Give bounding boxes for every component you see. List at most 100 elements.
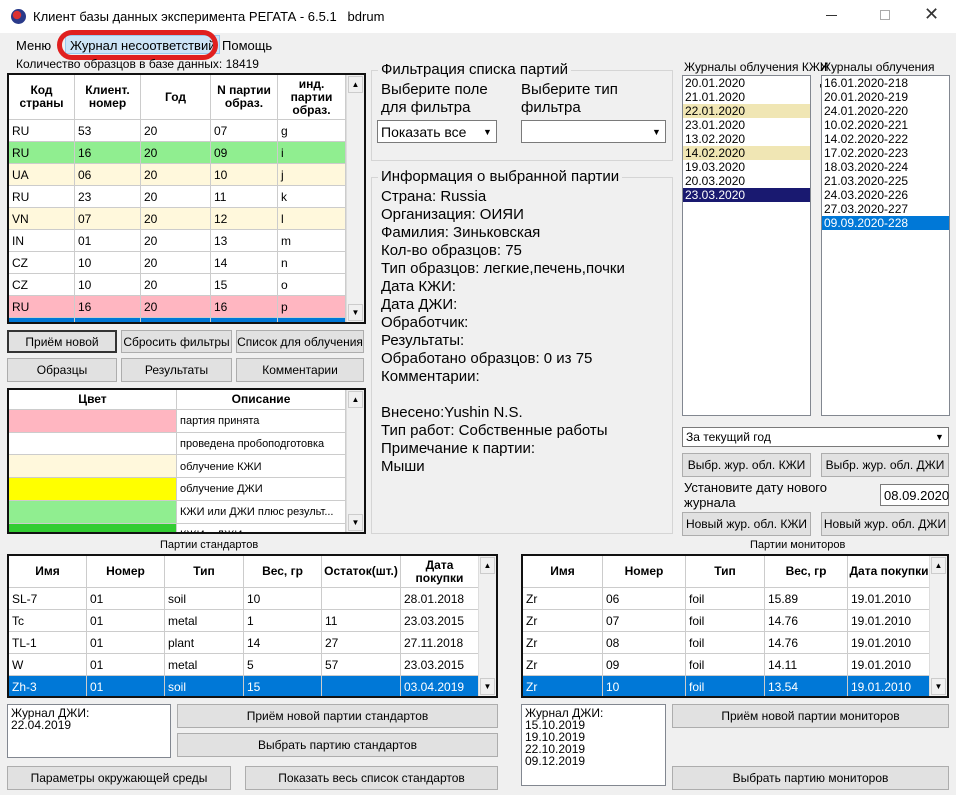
kzhi-journal-item[interactable]: 23.01.2020	[683, 118, 810, 132]
legend-row[interactable]: облучение КЖИ	[9, 454, 346, 479]
kzhi-journal-item[interactable]: 22.01.2020	[683, 104, 810, 118]
dzhi-journal-item[interactable]: 09.09.2020-228	[822, 216, 949, 230]
monitors-row[interactable]: Zr 08 foil 14.76 19.01.2010	[523, 631, 931, 654]
menu-item-menu[interactable]: Меню	[16, 38, 51, 53]
maximize-button[interactable]	[880, 10, 890, 20]
standards-row[interactable]: TL-1 01 plant 14 27 27.11.2018	[9, 631, 479, 654]
legend-row[interactable]: КЖИ и ДЖИ плюс результаты	[9, 522, 346, 532]
dzhi-journal-item[interactable]: 10.02.2020-221	[822, 118, 949, 132]
scroll-down-arrow-icon[interactable]: ▼	[931, 678, 946, 695]
scroll-up-arrow-icon[interactable]: ▲	[348, 76, 363, 93]
new-kzhi-journal-button[interactable]: Новый жур. обл. КЖИ	[682, 512, 811, 536]
scroll-up-arrow-icon[interactable]: ▲	[348, 391, 363, 408]
dzhi-journal-item[interactable]: 17.02.2020-223	[822, 146, 949, 160]
samples-button[interactable]: Образцы	[7, 358, 117, 382]
dzhi-journal-item[interactable]: 24.03.2020-226	[822, 188, 949, 202]
select-monitors-button[interactable]: Выбрать партию мониторов	[672, 766, 949, 790]
scroll-up-arrow-icon[interactable]: ▲	[480, 557, 495, 574]
scroll-down-arrow-icon[interactable]: ▼	[480, 678, 495, 695]
legend-row[interactable]: проведена пробоподготовка	[9, 431, 346, 456]
show-all-standards-button[interactable]: Показать весь список стандартов	[245, 766, 498, 790]
samples-row[interactable]: IN 01 20 13 m	[9, 229, 346, 252]
filter-field-select[interactable]: Показать все ▼	[377, 120, 497, 143]
monitors-row[interactable]: Zr 07 foil 14.76 19.01.2010	[523, 609, 931, 632]
legend-scrollbar[interactable]: ▲ ▼	[346, 390, 364, 532]
comments-button[interactable]: Комментарии	[236, 358, 364, 382]
scroll-up-arrow-icon[interactable]: ▲	[931, 557, 946, 574]
monitors-table[interactable]: Имя Номер Тип Вес, гр Дата покупки Zr 06 foil 15…	[521, 554, 949, 698]
dzhi-journal-item[interactable]: 21.03.2020-225	[822, 174, 949, 188]
monitors-column-header[interactable]: Имя	[523, 556, 603, 587]
samples-column-header[interactable]: Год	[141, 75, 211, 119]
scroll-down-arrow-icon[interactable]: ▼	[348, 304, 363, 321]
accept-new-button[interactable]: Приём новой	[7, 330, 117, 353]
samples-row[interactable]: CZ 10 20 14 n	[9, 251, 346, 274]
standards-column-header[interactable]: Дата покупки	[401, 556, 479, 587]
accept-new-monitors-button[interactable]: Приём новой партии мониторов	[672, 704, 949, 728]
legend-row[interactable]: КЖИ или ДЖИ плюс результ...	[9, 499, 346, 524]
dzhi-journal-item[interactable]: 27.03.2020-227	[822, 202, 949, 216]
kzhi-journal-item[interactable]: 20.01.2020	[683, 76, 810, 90]
color-legend-table[interactable]: Цвет Описание партия принята проведена проб…	[7, 388, 366, 534]
select-kzhi-journal-button[interactable]: Выбр. жур. обл. КЖИ	[682, 453, 811, 477]
new-dzhi-journal-button[interactable]: Новый жур. обл. ДЖИ	[821, 512, 949, 536]
standards-column-header[interactable]: Тип	[165, 556, 244, 587]
samples-table[interactable]: Код страны Клиент. номер Год N партии образ…	[7, 73, 366, 324]
scroll-down-arrow-icon[interactable]: ▼	[348, 514, 363, 531]
legend-column-header[interactable]: Описание	[177, 390, 346, 409]
kzhi-journal-item[interactable]: 13.02.2020	[683, 132, 810, 146]
samples-column-header[interactable]: Код страны	[9, 75, 75, 119]
samples-row[interactable]: UA 06 20 10 j	[9, 163, 346, 186]
monitors-scrollbar[interactable]: ▲ ▼	[929, 556, 947, 696]
standards-column-header[interactable]: Имя	[9, 556, 87, 587]
dzhi-journal-item[interactable]: 14.02.2020-222	[822, 132, 949, 146]
dzhi-journal-item[interactable]: 24.01.2020-220	[822, 104, 949, 118]
standards-row[interactable]: W 01 metal 5 57 23.03.2015	[9, 653, 479, 676]
samples-scrollbar[interactable]: ▲ ▼	[346, 75, 364, 322]
samples-row[interactable]: RU 53 20 07 g	[9, 119, 346, 142]
standards-column-header[interactable]: Вес, гр	[244, 556, 322, 587]
standards-row[interactable]: Tc 01 metal 1 11 23.03.2015	[9, 609, 479, 632]
samples-row[interactable]	[9, 317, 346, 322]
samples-row[interactable]: CZ 10 20 15 o	[9, 273, 346, 296]
dzhi-journal-item[interactable]: 20.01.2020-219	[822, 90, 949, 104]
dzhi-journal-item[interactable]: 16.01.2020-218	[822, 76, 949, 90]
samples-row[interactable]: RU 23 20 11 k	[9, 185, 346, 208]
samples-column-header[interactable]: N партии образ.	[211, 75, 278, 119]
monitors-column-header[interactable]: Дата покупки	[848, 556, 931, 587]
kzhi-journal-item[interactable]: 19.03.2020	[683, 160, 810, 174]
standards-row[interactable]: SL-7 01 soil 10 28.01.2018	[9, 587, 479, 610]
reset-filters-button[interactable]: Сбросить фильтры	[121, 330, 232, 353]
standards-column-header[interactable]: Номер	[87, 556, 165, 587]
samples-row[interactable]: VN 07 20 12 l	[9, 207, 346, 230]
irradiation-list-button[interactable]: Список для облучения	[236, 330, 364, 353]
period-select[interactable]: За текущий год ▼	[682, 427, 949, 447]
monitors-row[interactable]: Zr 09 foil 14.11 19.01.2010	[523, 653, 931, 676]
menu-item-help[interactable]: Помощь	[222, 38, 272, 53]
monitors-column-header[interactable]: Номер	[603, 556, 686, 587]
samples-column-header[interactable]: Клиент. номер	[75, 75, 141, 119]
dzhi-journal-item[interactable]: 18.03.2020-224	[822, 160, 949, 174]
kzhi-journal-item[interactable]: 21.01.2020	[683, 90, 810, 104]
new-journal-date-input[interactable]: 08.09.2020	[880, 484, 949, 506]
legend-row[interactable]: облучение ДЖИ	[9, 477, 346, 501]
legend-row[interactable]: партия принята	[9, 409, 346, 433]
select-dzhi-journal-button[interactable]: Выбр. жур. обл. ДЖИ	[821, 453, 949, 477]
minimize-button[interactable]	[826, 15, 837, 16]
close-button[interactable]: ✕	[924, 4, 939, 25]
kzhi-journal-item[interactable]: 14.02.2020	[683, 146, 810, 160]
samples-row[interactable]: RU 16 20 09 i	[9, 141, 346, 164]
results-button[interactable]: Результаты	[121, 358, 232, 382]
monitors-row[interactable]: Zr 06 foil 15.89 19.01.2010	[523, 587, 931, 610]
environment-params-button[interactable]: Параметры окружающей среды	[7, 766, 231, 790]
standards-column-header[interactable]: Остаток(шт.)	[322, 556, 401, 587]
monitors-column-header[interactable]: Тип	[686, 556, 765, 587]
monitors-column-header[interactable]: Вес, гр	[765, 556, 848, 587]
standards-row[interactable]: Zh-3 01 soil 15 03.04.2019	[9, 675, 479, 696]
standards-scrollbar[interactable]: ▲ ▼	[478, 556, 496, 696]
kzhi-journal-item[interactable]: 20.03.2020	[683, 174, 810, 188]
select-standards-button[interactable]: Выбрать партию стандартов	[177, 733, 498, 757]
dzhi-journals-list[interactable]: 16.01.2020-218 20.01.2020-219 24.01.2020-2…	[821, 75, 950, 416]
samples-column-header[interactable]: инд. партии образ.	[278, 75, 346, 119]
samples-row[interactable]: RU 16 20 16 p	[9, 295, 346, 318]
